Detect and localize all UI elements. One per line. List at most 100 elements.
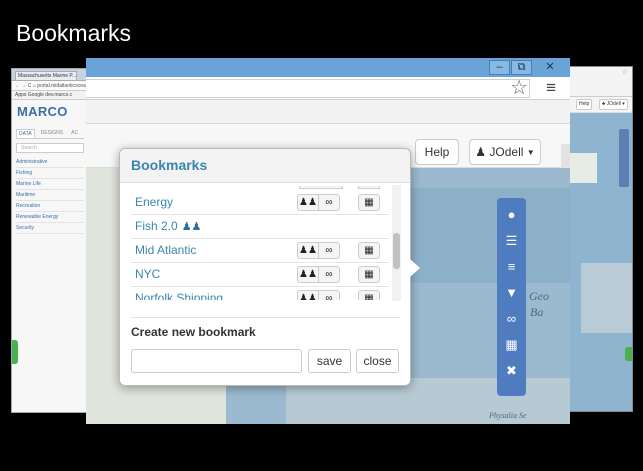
user-icon: ♟ <box>475 145 487 159</box>
address-input[interactable] <box>86 79 530 98</box>
delete-button[interactable]: ▦ <box>358 290 380 300</box>
save-button[interactable]: save <box>308 349 351 373</box>
list-scrollbar[interactable] <box>392 185 401 301</box>
theme-item[interactable]: Recreation <box>16 201 84 212</box>
bookmark-name[interactable]: Energy <box>135 195 173 209</box>
bookmarks-modal: Bookmarks Energy ♟♟ ∞ ▦ Fish 2.0 ♟♟ Mid A… <box>119 148 420 386</box>
tab-data[interactable]: DATA <box>16 129 35 138</box>
share-button[interactable]: ♟♟ <box>297 194 319 211</box>
user-name: JOdell <box>489 145 524 159</box>
slide-title: Bookmarks <box>16 20 132 46</box>
delete-button[interactable]: ▦ <box>358 242 380 259</box>
bg-tab[interactable]: Massachusetts Marine P... × <box>15 71 77 80</box>
theme-item[interactable]: Administrative <box>16 157 84 168</box>
users-icon: ♟♟ <box>299 293 317 300</box>
address-bar-row: ☆ ≡ <box>86 77 570 100</box>
background-browser-left: Massachusetts Marine P... × ← → C ⌂ port… <box>11 68 89 413</box>
users-icon: ♟♟ <box>299 245 317 256</box>
share-button[interactable]: ♟♟ <box>297 266 319 283</box>
fullscreen-icon[interactable]: ✖ <box>500 360 523 382</box>
bg-data-tabs: DATA DESIGNS AC <box>16 129 84 139</box>
bgr-chrome: ☆ <box>567 67 632 97</box>
globe-icon[interactable]: ● <box>500 204 523 226</box>
divider <box>131 317 400 318</box>
bgr-user-button[interactable]: ♣ JOdell ▾ <box>599 99 628 110</box>
marker-icon[interactable]: ▼ <box>500 282 523 304</box>
link-icon: ∞ <box>325 269 333 280</box>
bg-panel-handle[interactable] <box>12 340 18 364</box>
share-button[interactable]: ♟♟ <box>297 290 319 300</box>
theme-item[interactable]: Renewable Energy <box>16 212 84 223</box>
delete-button[interactable]: ▦ <box>358 266 380 283</box>
modal-pointer <box>410 259 420 277</box>
share-button[interactable]: ♟♟ <box>297 242 319 259</box>
bgr-panel-handle[interactable] <box>625 347 632 361</box>
bookmarks-strip <box>86 100 570 124</box>
bg-search-input[interactable]: Search <box>16 143 84 153</box>
map-label: Ba <box>530 305 544 319</box>
link-button[interactable]: ∞ <box>318 266 340 283</box>
window-titlebar: – ⧉ ✕ <box>86 58 570 77</box>
map-label: Physalia Se <box>489 411 527 420</box>
bookmark-name[interactable]: Mid Atlantic <box>135 243 196 257</box>
list-icon[interactable]: ☰ <box>500 230 523 252</box>
maximize-button[interactable]: ⧉ <box>511 60 532 75</box>
theme-item[interactable]: Marine Life <box>16 179 84 190</box>
layers-icon[interactable]: ≡ <box>500 256 523 278</box>
trash-icon: ▦ <box>364 293 374 300</box>
theme-item[interactable]: Security <box>16 223 84 234</box>
link-button[interactable]: ∞ <box>318 290 340 300</box>
minimize-button[interactable]: – <box>489 60 510 75</box>
tab-designs[interactable]: DESIGNS <box>39 129 66 138</box>
modal-header: Bookmarks <box>120 149 410 183</box>
bg-address-bar[interactable]: ← → C ⌂ portal.midatlanticocean.org <box>12 81 88 91</box>
background-browser-right: ☆ Help ♣ JOdell ▾ <box>566 66 633 412</box>
bookmark-row: Norfolk Shipping ♟♟ ∞ ▦ <box>131 287 389 300</box>
bg-bookmarks-bar[interactable]: Apps Google dev.marco.c <box>12 91 88 100</box>
star-icon[interactable]: ☆ <box>510 77 528 99</box>
close-button[interactable]: close <box>356 349 399 373</box>
trash-icon: ▦ <box>364 269 374 280</box>
bookmark-name[interactable]: Fish 2.0 ♟♟ <box>135 219 201 233</box>
bgr-land <box>581 263 632 333</box>
bookmark-name-input[interactable] <box>131 349 302 373</box>
users-icon: ♟♟ <box>299 269 317 280</box>
bookmark-name[interactable]: NYC <box>135 267 160 281</box>
tab-active[interactable]: AC <box>69 129 80 138</box>
bookmark-row: Mid Atlantic ♟♟ ∞ ▦ <box>131 239 389 263</box>
users-icon: ♟♟ <box>299 197 317 208</box>
delete-button[interactable]: ▦ <box>358 194 380 211</box>
bg-tab-strip: Massachusetts Marine P... × <box>12 69 88 81</box>
link-icon[interactable]: ∞ <box>500 308 523 330</box>
link-button[interactable]: ∞ <box>318 194 340 211</box>
scroll-thumb[interactable] <box>393 233 400 269</box>
link-icon: ∞ <box>325 197 333 208</box>
bookmark-row: Energy ♟♟ ∞ ▦ <box>131 191 389 215</box>
bookmark-name[interactable]: Norfolk Shipping <box>135 291 223 300</box>
link-icon: ∞ <box>325 245 333 256</box>
link-button[interactable]: ∞ <box>318 242 340 259</box>
theme-list: Administrative Fishing Marine Life Marit… <box>16 157 84 234</box>
bookmark-list: Energy ♟♟ ∞ ▦ Fish 2.0 ♟♟ Mid Atlantic ♟♟… <box>131 186 400 300</box>
bgr-star-icon[interactable]: ☆ <box>622 68 628 76</box>
bookmark-row: NYC ♟♟ ∞ ▦ <box>131 263 389 287</box>
menu-icon[interactable]: ≡ <box>546 77 556 99</box>
bookmark-label: Fish 2.0 <box>135 219 178 233</box>
trash-icon: ▦ <box>364 197 374 208</box>
user-menu-button[interactable]: ♟ JOdell ▼ <box>469 139 541 165</box>
bgr-header: Help ♣ JOdell ▾ <box>567 97 632 113</box>
help-button[interactable]: Help <box>415 139 459 165</box>
theme-item[interactable]: Fishing <box>16 168 84 179</box>
print-icon[interactable]: ▦ <box>500 334 523 356</box>
map-toolbar: ● ☰ ≡ ▼ ∞ ▦ ✖ <box>497 198 526 396</box>
close-window-button[interactable]: ✕ <box>536 60 564 75</box>
trash-icon: ▦ <box>364 245 374 256</box>
bookmark-row: Fish 2.0 ♟♟ <box>131 215 389 239</box>
map-label: Geo <box>529 289 549 303</box>
theme-item[interactable]: Maritime <box>16 190 84 201</box>
bgr-help-button[interactable]: Help <box>576 99 593 110</box>
modal-title: Bookmarks <box>131 157 208 173</box>
link-icon: ∞ <box>325 293 333 300</box>
bgr-map-toolbar[interactable] <box>619 129 629 187</box>
slide: Bookmarks Massachusetts Marine P... × ← … <box>0 0 643 471</box>
